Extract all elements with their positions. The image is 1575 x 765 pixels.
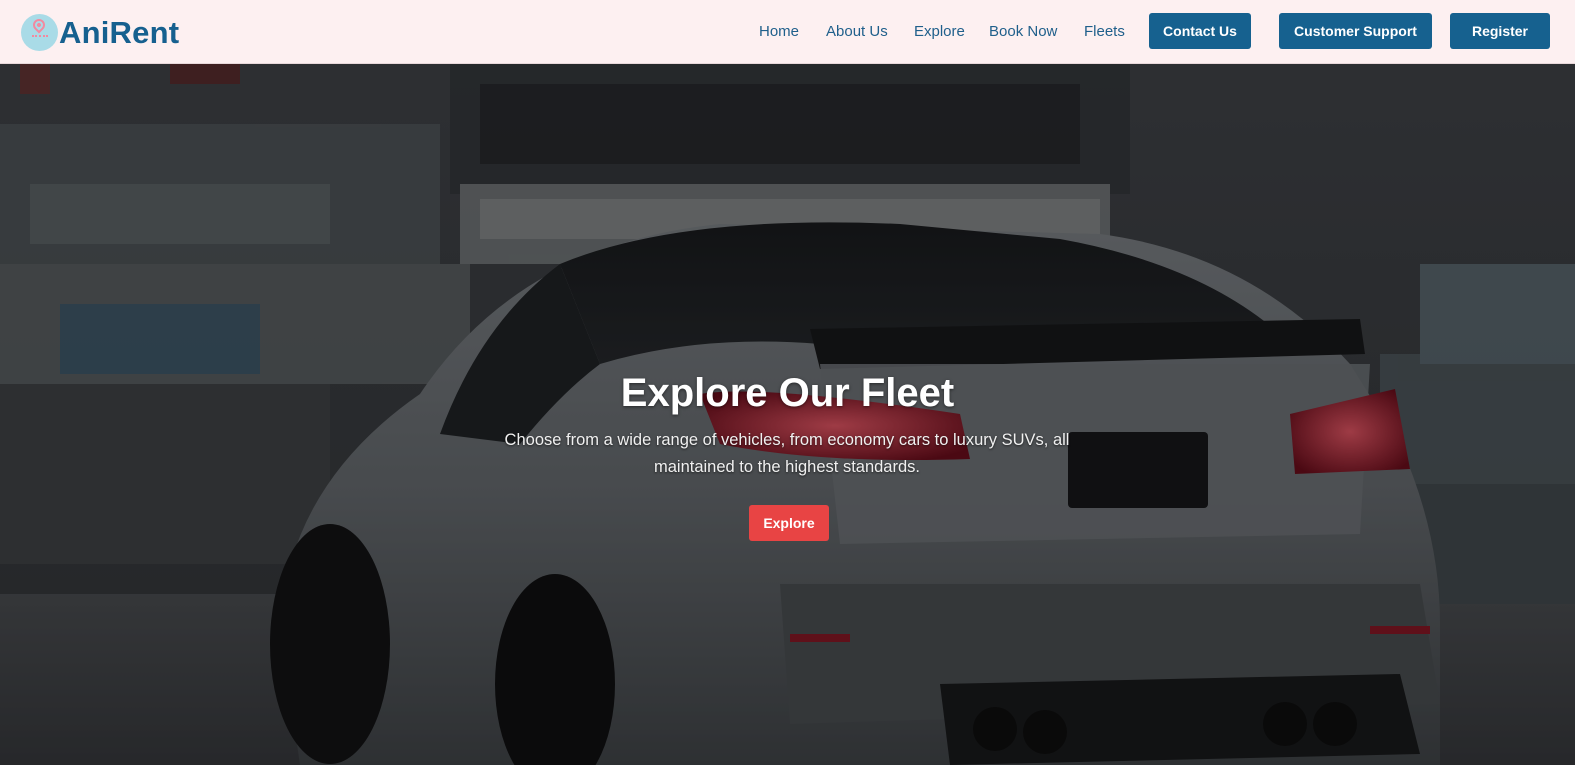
nav-link-book-now[interactable]: Book Now: [989, 22, 1057, 42]
nav-link-explore[interactable]: Explore: [914, 22, 965, 42]
nav-link-home[interactable]: Home: [759, 22, 799, 42]
hero-section: Explore Our Fleet Choose from a wide ran…: [0, 64, 1575, 765]
nav-link-about-us[interactable]: About Us: [826, 22, 888, 42]
hero-title: Explore Our Fleet: [620, 371, 955, 415]
hero-subtitle: Choose from a wide range of vehicles, fr…: [504, 431, 1070, 476]
register-button[interactable]: Register: [1450, 13, 1550, 49]
contact-us-button[interactable]: Contact Us: [1149, 13, 1251, 49]
hero-content: Explore Our Fleet Choose from a wide ran…: [0, 64, 1575, 765]
nav-link-fleets[interactable]: Fleets: [1084, 22, 1125, 42]
customer-support-button[interactable]: Customer Support: [1279, 13, 1432, 49]
map-pin-icon: [21, 14, 58, 51]
brand-name: AniRent: [59, 15, 180, 50]
explore-button[interactable]: Explore: [749, 505, 829, 541]
brand[interactable]: AniRent: [21, 14, 179, 51]
top-navbar: AniRent Home About Us Explore Book Now F…: [0, 0, 1575, 64]
